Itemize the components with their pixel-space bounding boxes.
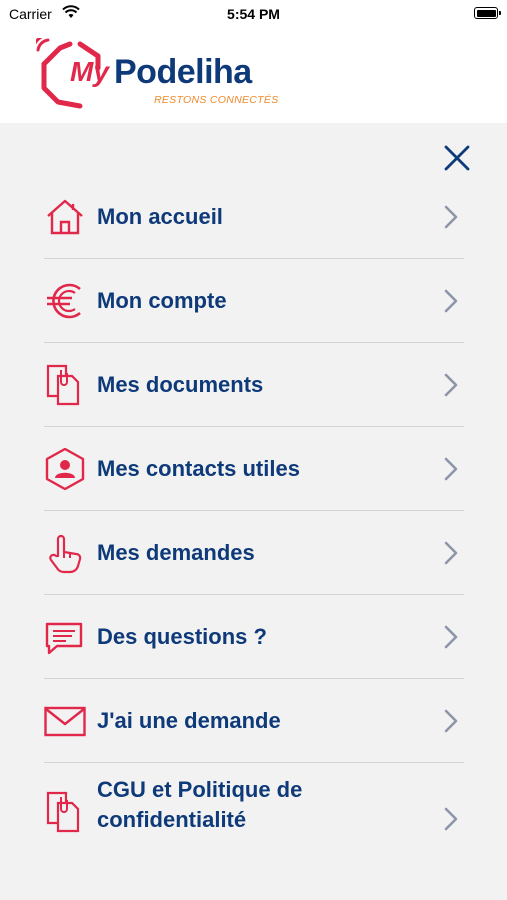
menu-item-mes-documents[interactable]: Mes documents xyxy=(44,343,464,427)
main-menu: Mon accueil Mon compte Mes documents Mes… xyxy=(44,175,464,875)
chevron-right-icon xyxy=(444,205,458,229)
mypodeliha-logo: My Podeliha RESTONS CONNECTÉS xyxy=(36,38,306,110)
chat-bubble-icon xyxy=(45,622,83,655)
chevron-right-icon xyxy=(444,289,458,313)
menu-item-label: CGU et Politique de confidentialité xyxy=(97,777,303,832)
chevron-right-icon xyxy=(444,625,458,649)
home-icon xyxy=(47,199,83,235)
menu-item-label: Mes documents xyxy=(97,371,264,397)
chevron-right-icon xyxy=(444,709,458,733)
documents-icon xyxy=(46,364,80,406)
battery-icon xyxy=(474,7,501,19)
menu-item-mes-demandes[interactable]: Mes demandes xyxy=(44,511,464,595)
close-icon xyxy=(444,145,470,171)
menu-item-label: Mes contacts utiles xyxy=(97,455,300,481)
chevron-right-icon xyxy=(444,807,458,831)
menu-item-cgu[interactable]: CGU et Politique de confidentialité xyxy=(44,763,464,875)
menu-item-label: Mes demandes xyxy=(97,539,255,565)
chevron-right-icon xyxy=(444,457,458,481)
menu-item-jai-une-demande[interactable]: J'ai une demande xyxy=(44,679,464,763)
menu-item-des-questions[interactable]: Des questions ? xyxy=(44,595,464,679)
documents-icon xyxy=(46,791,80,833)
hand-pointer-icon xyxy=(49,534,82,574)
menu-item-mon-compte[interactable]: Mon compte xyxy=(44,259,464,343)
menu-item-label: Mon compte xyxy=(97,287,227,313)
close-button[interactable] xyxy=(441,142,473,174)
status-bar: Carrier 5:54 PM xyxy=(0,0,507,30)
chevron-right-icon xyxy=(444,541,458,565)
logo-tagline: RESTONS CONNECTÉS xyxy=(154,94,279,106)
status-time: 5:54 PM xyxy=(227,6,280,22)
menu-item-mes-contacts-utiles[interactable]: Mes contacts utiles xyxy=(44,427,464,511)
menu-item-label: Des questions ? xyxy=(97,623,267,649)
contact-icon xyxy=(45,448,85,490)
logo-name-text: Podeliha xyxy=(114,53,252,91)
chevron-right-icon xyxy=(444,373,458,397)
envelope-icon xyxy=(44,706,86,737)
menu-item-label: J'ai une demande xyxy=(97,707,281,733)
menu-item-mon-accueil[interactable]: Mon accueil xyxy=(44,175,464,259)
app-header: My Podeliha RESTONS CONNECTÉS xyxy=(0,30,507,123)
euro-icon xyxy=(47,283,81,319)
logo-my-text: My xyxy=(70,56,109,87)
menu-item-label: Mon accueil xyxy=(97,203,223,229)
